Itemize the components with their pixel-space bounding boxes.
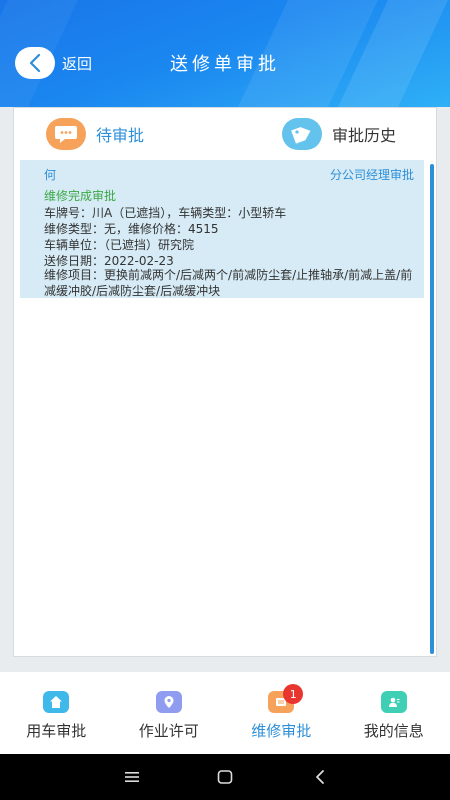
approval-list: 何 分公司经理审批 维修完成审批 车牌号：川A（已遮挡），车辆类型：小型轿车 维… [20, 160, 424, 650]
tab-pending[interactable]: 待审批 [46, 116, 144, 152]
nav-label: 维修审批 [251, 722, 312, 740]
scrollbar[interactable] [430, 164, 434, 654]
main-panel: 待审批 审批历史 何 分公司经理审批 维修完成审批 车牌号：川A（已遮挡），车辆… [13, 107, 437, 657]
approval-role: 分公司经理审批 [329, 168, 414, 182]
page-title: 送修单审批 [170, 54, 280, 75]
nav-label: 用车审批 [26, 722, 87, 740]
chat-bubble-icon [46, 118, 86, 150]
system-nav-bar [0, 754, 450, 800]
home-square-icon[interactable] [215, 767, 235, 787]
nav-repair-approval[interactable]: 1 维修审批 [225, 672, 338, 754]
plate-line: 车牌号：川A（已遮挡），车辆类型：小型轿车 [44, 206, 287, 220]
approval-card[interactable]: 何 分公司经理审批 维修完成审批 车牌号：川A（已遮挡），车辆类型：小型轿车 维… [20, 160, 424, 298]
nav-vehicle-approval[interactable]: 用车审批 [0, 672, 113, 754]
location-pin-icon [155, 691, 182, 713]
tab-pending-label: 待审批 [96, 126, 145, 145]
nav-label: 作业许可 [138, 722, 199, 740]
app-header: 返回 送修单审批 [0, 0, 450, 107]
repair-line: 维修类型：无，维修价格：4515 [44, 222, 219, 236]
nav-label: 我的信息 [363, 722, 424, 740]
back-triangle-icon[interactable] [310, 767, 330, 787]
items-line: 维修项目：更换前减两个/后减两个/前减防尘套/止推轴承/前减上盖/前减缓冲胶/后… [44, 268, 413, 298]
approval-status: 维修完成审批 [44, 189, 117, 203]
nav-my-info[interactable]: 我的信息 [338, 672, 450, 754]
tag-icon [282, 118, 322, 150]
tab-bar: 待审批 审批历史 [14, 108, 436, 158]
unit-line: 车辆单位：（已遮挡）研究院 [44, 238, 195, 252]
user-card-icon [380, 691, 407, 713]
menu-icon[interactable] [122, 767, 142, 787]
applicant-name: 何 [44, 168, 57, 182]
nav-work-permit[interactable]: 作业许可 [113, 672, 226, 754]
tab-history[interactable]: 审批历史 [282, 116, 396, 152]
home-icon [43, 691, 70, 713]
tab-history-label: 审批历史 [332, 126, 397, 145]
notification-badge: 1 [283, 684, 304, 704]
bottom-nav: 用车审批 作业许可 1 维修审批 我的信息 [0, 672, 450, 754]
